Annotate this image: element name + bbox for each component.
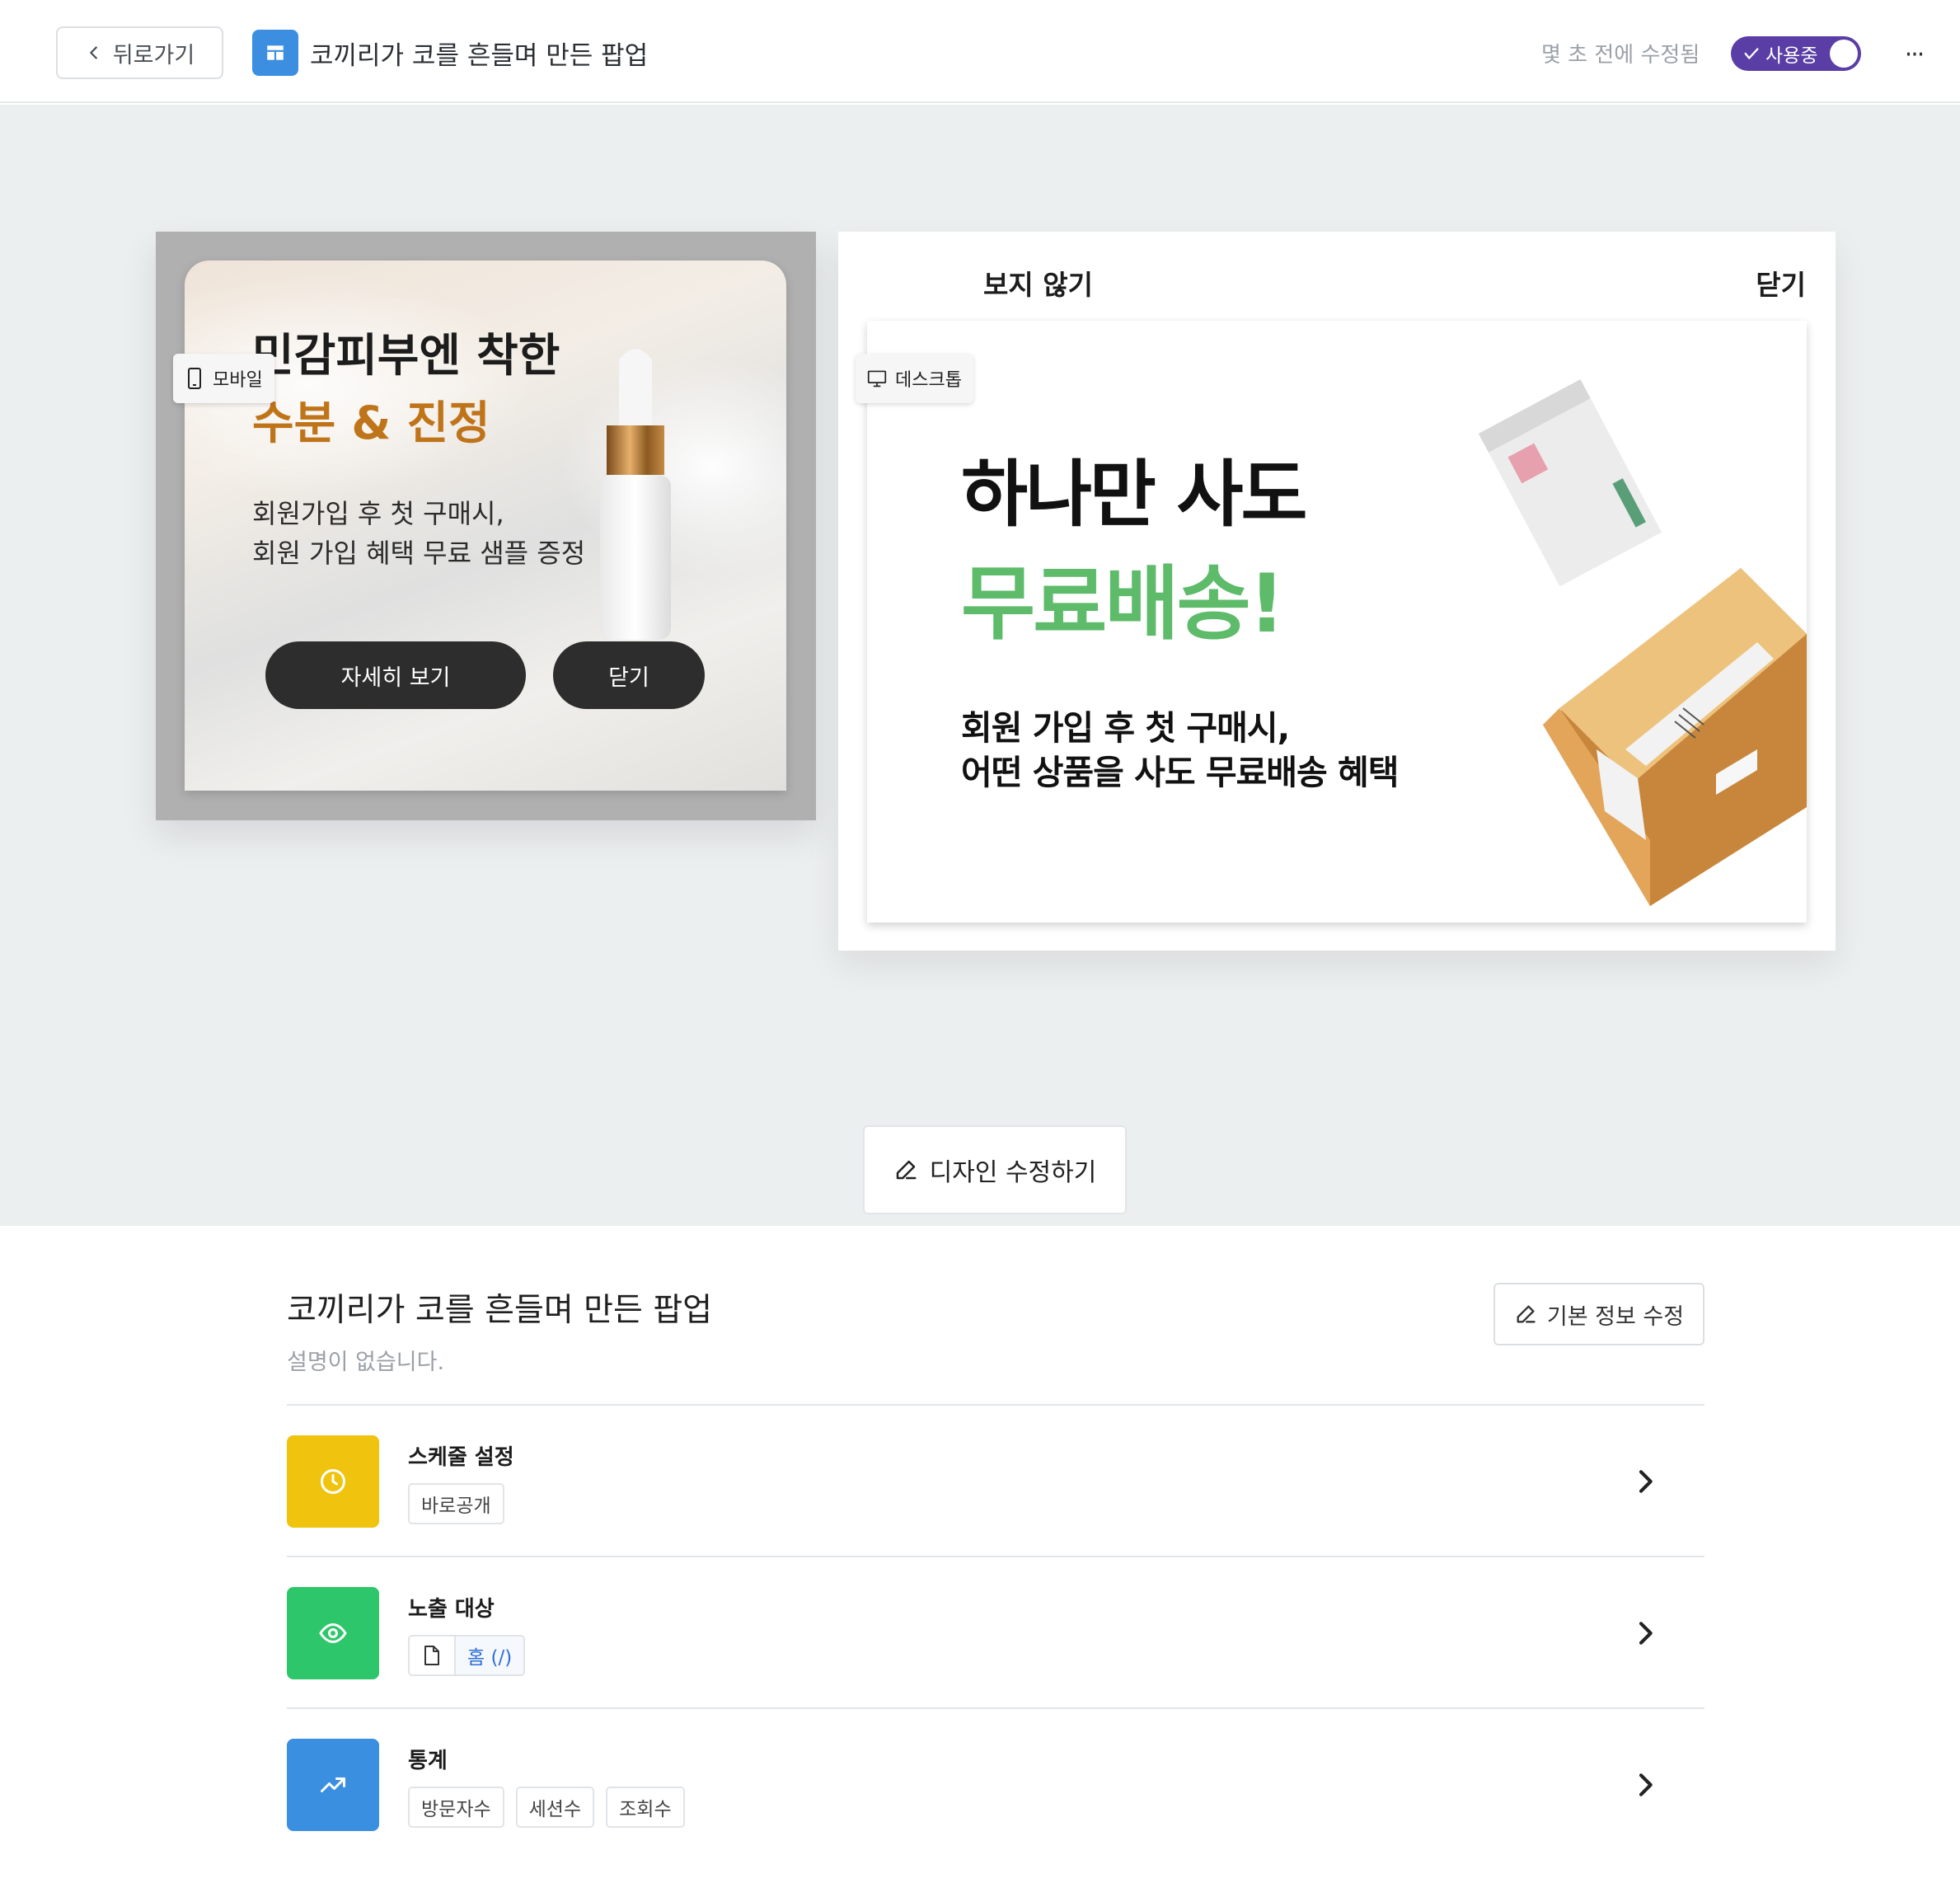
top-bar: 뒤로가기 코끼리가 코를 흔들며 만든 팝업 몇 초 전에 수정됨 사용중 ··…: [0, 0, 1960, 103]
popup-description: 설명이 없습니다.: [287, 1350, 445, 1375]
chevron-right-icon[interactable]: [1629, 1463, 1662, 1500]
desktop-close-link[interactable]: 닫기: [1756, 263, 1806, 303]
toggle-label: 사용중: [1765, 45, 1818, 67]
desktop-dont-show-link[interactable]: 보지 않기: [983, 263, 1093, 303]
chevron-left-icon: [90, 46, 97, 59]
mobile-chip-label: 모바일: [213, 370, 263, 391]
divider: [287, 1404, 1704, 1406]
desktop-popup-card: 하나만 사도 무료배송! 회원 가입 후 첫 구매시, 어떤 상품을 사도 무료…: [867, 321, 1807, 923]
mobile-close-button[interactable]: 닫기: [553, 641, 705, 709]
stats-tag: 방문자수: [408, 1787, 504, 1828]
edit-design-button[interactable]: 디자인 수정하기: [863, 1125, 1127, 1214]
desktop-headline-1: 하나만 사도: [961, 452, 1307, 537]
desktop-chip-label: 데스크톱: [895, 370, 962, 391]
pencil-icon: [1517, 1305, 1536, 1323]
stats-tag: 조회수: [606, 1787, 685, 1828]
mobile-description-2: 회원 가입 혜택 무료 샘플 증정: [252, 538, 586, 569]
page-tag-label: 홈 (/): [456, 1636, 524, 1674]
schedule-row[interactable]: 스케줄 설정 바로공개: [287, 1435, 1704, 1559]
stats-row[interactable]: 통계 방문자수 세션수 조회수: [287, 1739, 1704, 1862]
edit-design-label: 디자인 수정하기: [929, 1158, 1097, 1187]
desktop-preview[interactable]: 보지 않기 닫기 하나만 사도 무료배송! 회원 가입 후 첫 구매시, 어떤 …: [838, 232, 1836, 951]
stats-tag: 세션수: [515, 1787, 595, 1828]
stats-title: 통계: [408, 1749, 448, 1773]
popup-name: 코끼리가 코를 흔들며 만든 팝업: [287, 1292, 713, 1329]
active-toggle[interactable]: 사용중: [1731, 36, 1861, 71]
schedule-tag: 바로공개: [408, 1483, 504, 1524]
more-menu-button[interactable]: ···: [1897, 38, 1930, 71]
modified-status: 몇 초 전에 수정됨: [1541, 43, 1700, 68]
mobile-preview[interactable]: 민감피부엔 착한 수분 & 진정 회원가입 후 첫 구매시, 회원 가입 혜택 …: [156, 232, 816, 820]
target-row[interactable]: 노출 대상 홈 (/): [287, 1587, 1704, 1711]
mobile-headline-2: 수분 & 진정: [252, 397, 490, 449]
mobile-headline-1: 민감피부엔 착한: [252, 329, 560, 382]
back-button-label: 뒤로가기: [112, 42, 195, 68]
smartphone-icon: [188, 368, 201, 389]
page-title: 코끼리가 코를 흔들며 만든 팝업: [310, 41, 649, 71]
chevron-right-icon[interactable]: [1629, 1767, 1662, 1803]
preview-area: 민감피부엔 착한 수분 & 진정 회원가입 후 첫 구매시, 회원 가입 혜택 …: [0, 105, 1960, 1226]
mobile-popup: 민감피부엔 착한 수분 & 진정 회원가입 후 첫 구매시, 회원 가입 혜택 …: [185, 261, 786, 791]
desktop-label-chip: 데스크톱: [856, 354, 973, 403]
desktop-description-1: 회원 가입 후 첫 구매시,: [961, 708, 1290, 748]
schedule-title: 스케줄 설정: [408, 1445, 514, 1470]
edit-basic-info-label: 기본 정보 수정: [1546, 1303, 1685, 1330]
mobile-label-chip: 모바일: [173, 354, 274, 403]
desktop-headline-2: 무료배송!: [961, 557, 1285, 651]
edit-basic-info-button[interactable]: 기본 정보 수정: [1493, 1283, 1704, 1345]
target-title: 노출 대상: [408, 1597, 495, 1622]
trending-up-icon: [287, 1739, 379, 1831]
mobile-detail-button[interactable]: 자세히 보기: [265, 641, 526, 709]
desktop-description-2: 어떤 상품을 사도 무료배송 혜택: [961, 753, 1399, 792]
divider: [287, 1556, 1704, 1557]
toggle-knob: [1830, 40, 1858, 68]
parcel-box-image: [1478, 379, 1807, 906]
page-tag: 홈 (/): [408, 1635, 526, 1676]
serum-bottle-image: [600, 349, 671, 640]
check-icon: [1744, 48, 1759, 59]
stats-tags: 방문자수 세션수 조회수: [408, 1787, 685, 1828]
monitor-icon: [867, 370, 887, 387]
clock-icon: [287, 1435, 379, 1528]
layout-icon: [252, 30, 298, 76]
eye-icon: [287, 1587, 379, 1679]
divider: [287, 1707, 1704, 1709]
pencil-icon: [896, 1160, 917, 1180]
chevron-right-icon[interactable]: [1629, 1615, 1662, 1651]
mobile-description-1: 회원가입 후 첫 구매시,: [252, 498, 504, 529]
target-tags: 홈 (/): [408, 1635, 526, 1676]
file-icon: [410, 1636, 456, 1674]
back-button[interactable]: 뒤로가기: [56, 26, 223, 79]
schedule-tags: 바로공개: [408, 1483, 504, 1524]
